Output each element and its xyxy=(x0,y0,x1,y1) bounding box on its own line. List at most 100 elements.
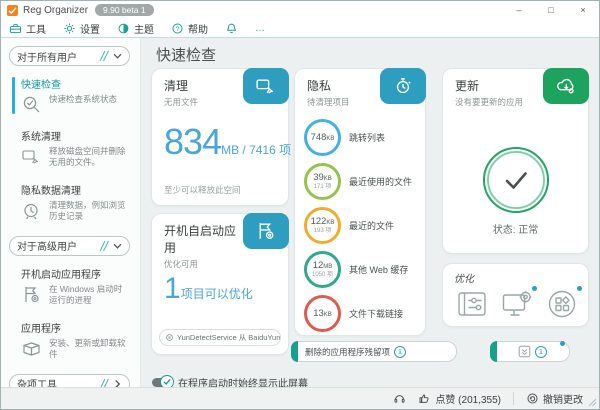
menu-help[interactable]: ? 帮助 xyxy=(171,21,208,36)
undo-changes-button[interactable]: 撤销更改 xyxy=(526,391,583,406)
app-title: Reg Organizer xyxy=(23,5,88,16)
card-title: 开机自启动应用 xyxy=(164,222,240,256)
startup-apps-card[interactable]: 开机自启动应用 优化可用 1项目可以优化 YunDetectService 从 … xyxy=(151,213,289,355)
sidebar-group-all-users[interactable]: 对于所有用户 xyxy=(9,46,130,66)
history-clock-icon xyxy=(21,200,42,221)
notification-dot xyxy=(532,286,537,291)
decor-lines xyxy=(98,50,109,62)
check-icon xyxy=(500,164,532,196)
resize-grip[interactable] xyxy=(588,398,597,407)
notification-dot xyxy=(577,286,582,291)
privacy-item-download-links: 13KB 文件下载链接 xyxy=(304,295,421,332)
sidebar-item-subtitle: 快速检查系统状态 xyxy=(49,94,117,105)
app-logo-icon xyxy=(7,5,18,16)
thumbs-up-icon xyxy=(418,392,431,405)
monitor-gear-icon[interactable] xyxy=(501,288,533,320)
sidebar-item-applications[interactable]: 应用程序 安装、更新或卸载软件 xyxy=(11,320,130,361)
startup-flag-gear-tab-icon xyxy=(243,213,289,249)
app-residue-label: 删除的应用程序残留项 xyxy=(305,346,390,358)
update-ok-ring xyxy=(483,147,549,213)
menu-overflow-button[interactable]: … xyxy=(255,23,266,34)
feedback-headset-icon[interactable] xyxy=(393,392,406,405)
settings-panel-icon[interactable] xyxy=(456,288,488,320)
privacy-ring: 122KB 193 项 xyxy=(304,207,341,244)
software-box-icon xyxy=(21,338,42,359)
flag-gear-icon xyxy=(21,284,42,305)
sidebar-group-advanced-users[interactable]: 对于高级用户 xyxy=(9,236,130,256)
privacy-stopwatch-tab-icon xyxy=(380,68,426,104)
card-subtitle: 优化可用 xyxy=(164,258,240,270)
sidebar: 对于所有用户 快速检查 快速检查系统状态 系统清理 释放磁盘空间并删除无用的文件… xyxy=(1,38,141,387)
privacy-ring: 13KB xyxy=(304,295,341,332)
privacy-item-recently-used: 39KB 171 项 最近使用的文件 xyxy=(304,163,421,200)
sidebar-item-system-cleanup[interactable]: 系统清理 释放磁盘空间并删除无用的文件。 xyxy=(11,128,130,169)
app-grid-circle-icon[interactable] xyxy=(546,288,578,320)
svg-text:?: ? xyxy=(176,25,180,32)
undo-label: 撤销更改 xyxy=(543,391,583,406)
decor-lines xyxy=(98,240,109,252)
privacy-ring: 748KB xyxy=(304,119,341,156)
card-title: 隐私 xyxy=(307,77,377,94)
startup-optimize-count: 1项目可以优化 xyxy=(164,272,253,306)
chevron-right-icon xyxy=(109,381,122,387)
like-count-label: 点赞 (201,355) xyxy=(435,391,501,406)
sidebar-item-privacy-cleanup[interactable]: 隐私数据清理 清理数据，例如浏览历史记录 xyxy=(11,182,130,223)
minimize-button[interactable]: – xyxy=(503,5,535,15)
cleanup-card[interactable]: 清理 无用文件 834MB / 7416 项 至少可以释放此空间 xyxy=(151,68,289,206)
startup-detected-item-button[interactable]: YunDetectService 从 BaiduYun... xyxy=(159,329,281,346)
privacy-ring: 12MB 1050 项 xyxy=(304,251,341,288)
menu-settings[interactable]: 设置 xyxy=(63,21,100,36)
maximize-button[interactable]: □ xyxy=(535,5,567,15)
card-subtitle: 待清理项目 xyxy=(307,96,377,108)
privacy-item-list: 748KB 跳转列表 39KB 171 项 最近使用的文件 122KB 193 xyxy=(304,119,421,339)
privacy-item-web-cache: 12MB 1050 项 其他 Web 缓存 xyxy=(304,251,421,288)
app-residue-button[interactable]: 删除的应用程序残留项 1 xyxy=(291,341,457,362)
cleanup-footer-note: 至少可以释放此空间 xyxy=(164,184,241,196)
sidebar-item-subtitle: 释放磁盘空间并删除无用的文件。 xyxy=(49,146,130,169)
main-panel: 快速检查 清理 无用文件 834MB / 7416 项 至少可以释放此空间 开机… xyxy=(141,38,600,389)
startup-detected-item-label: YunDetectService 从 BaiduYun... xyxy=(177,332,281,343)
update-card[interactable]: 更新 没有要更新的应用 状态: 正常 xyxy=(442,68,589,254)
notification-dot xyxy=(560,341,565,346)
help-icon: ? xyxy=(171,22,184,35)
gear-icon xyxy=(63,22,76,35)
sidebar-item-subtitle: 清理数据，例如浏览历史记录 xyxy=(49,200,130,223)
close-button[interactable]: × xyxy=(567,5,599,15)
menu-theme-label: 主题 xyxy=(134,21,154,36)
privacy-item-jump-lists: 748KB 跳转列表 xyxy=(304,119,421,156)
window-controls: – □ × xyxy=(503,5,599,15)
version-badge: 9.90 beta 1 xyxy=(95,4,154,16)
separator xyxy=(513,392,514,405)
sidebar-item-subtitle: 在 Windows 启动时运行的进程 xyxy=(49,284,130,307)
card-subtitle: 没有要更新的应用 xyxy=(455,96,540,108)
statusbar: 点赞 (201,355) 撤销更改 xyxy=(1,387,599,409)
chevron-down-icon xyxy=(109,53,122,59)
toolbox-icon xyxy=(9,22,22,35)
privacy-card[interactable]: 隐私 待清理项目 748KB 跳转列表 39KB 171 项 最近使用的文件 xyxy=(294,68,426,336)
card-title: 清理 xyxy=(164,77,240,94)
magnifier-check-icon xyxy=(21,94,42,115)
sidebar-item-title: 隐私数据清理 xyxy=(21,182,130,197)
notifications-bell-icon[interactable] xyxy=(225,22,238,35)
sidebar-item-startup-apps[interactable]: 开机启动应用程序 在 Windows 启动时运行的进程 xyxy=(11,266,130,307)
toggle-switch[interactable] xyxy=(152,378,170,387)
menu-help-label: 帮助 xyxy=(188,21,208,36)
cleanup-size-value: 834MB / 7416 项 xyxy=(164,121,291,163)
group-label: 对于高级用户 xyxy=(17,238,98,253)
count-badge: 1 xyxy=(394,346,406,358)
menu-tools[interactable]: 工具 xyxy=(9,21,46,36)
page-title: 快速检查 xyxy=(156,44,216,65)
collapse-box-icon xyxy=(518,345,531,358)
update-cloud-download-tab-icon xyxy=(543,68,589,104)
menu-theme[interactable]: 主题 xyxy=(117,21,154,36)
sidebar-item-subtitle: 安装、更新或卸载软件 xyxy=(49,338,130,361)
card-subtitle: 无用文件 xyxy=(164,96,240,108)
more-actions-button[interactable]: 1 xyxy=(490,341,570,362)
like-button[interactable]: 点赞 (201,355) xyxy=(418,391,501,406)
chevron-down-icon xyxy=(109,243,122,249)
app-window: Reg Organizer 9.90 beta 1 – □ × 工具 设置 主题 xyxy=(0,0,600,410)
privacy-item-recent-files: 122KB 193 项 最近的文件 xyxy=(304,207,421,244)
optimize-title: 优化 xyxy=(443,264,588,285)
group-label: 对于所有用户 xyxy=(17,49,98,64)
sidebar-item-quick-check[interactable]: 快速检查 快速检查系统状态 xyxy=(11,76,130,115)
